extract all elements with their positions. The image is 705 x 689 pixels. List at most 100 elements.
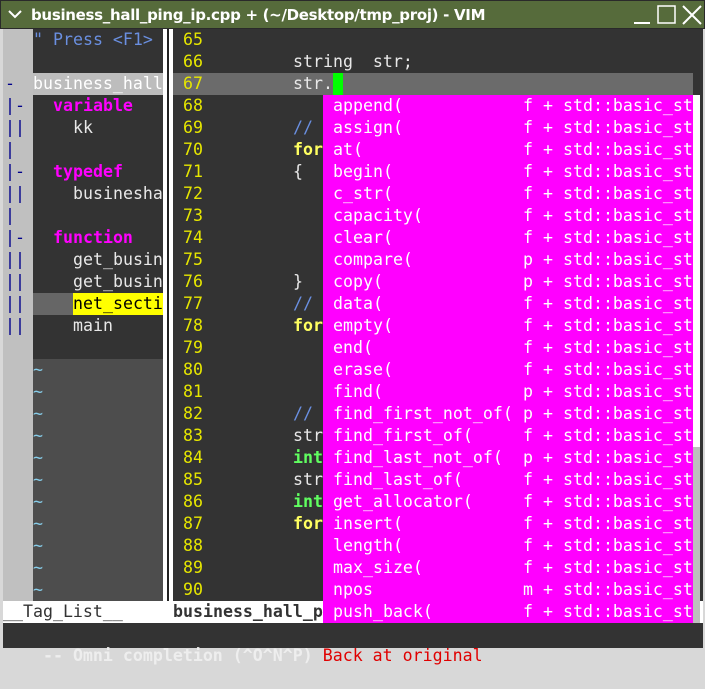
code-line[interactable]: str <box>293 425 323 447</box>
line-number: 83 <box>183 426 203 445</box>
line-number: 65 <box>183 30 203 49</box>
completion-item-kind: f <box>523 602 533 621</box>
completion-item-word[interactable]: find( <box>333 381 383 403</box>
code-line[interactable]: // <box>293 403 313 425</box>
taglist-item-selected[interactable]: net_secti <box>73 293 163 315</box>
code-line[interactable]: int <box>293 447 323 469</box>
fold-marker: | <box>5 206 15 225</box>
empty-line-tilde: ~ <box>33 469 163 491</box>
scrollbar-thumb[interactable] <box>693 95 700 447</box>
line-number: 80 <box>183 360 203 379</box>
completion-item-word[interactable]: at( <box>333 139 363 161</box>
line-number: 75 <box>183 250 203 269</box>
taglist-item[interactable]: main <box>33 315 113 337</box>
taglist-item[interactable]: get_busin <box>33 249 163 271</box>
completion-item-info: + std::basic_st <box>543 602 693 621</box>
code-line[interactable]: str. <box>293 73 333 95</box>
completion-item-word[interactable]: find_first_not_of( <box>333 403 513 425</box>
line-number: 86 <box>183 492 203 511</box>
completion-item-info: + std::basic_st <box>543 448 693 467</box>
completion-item-info: + std::basic_st <box>543 404 693 423</box>
completion-item-info: + std::basic_st <box>543 140 693 159</box>
empty-line-tilde: ~ <box>33 403 163 425</box>
code-line[interactable]: // <box>293 117 313 139</box>
completion-item-kind: f <box>523 118 533 137</box>
taglist-root[interactable]: business_hall <box>33 73 163 95</box>
completion-scrollbar[interactable] <box>693 95 700 623</box>
completion-item-kind: f <box>523 162 533 181</box>
completion-item-kind: f <box>523 206 533 225</box>
completion-item-kind: f <box>523 492 533 511</box>
window-separator[interactable] <box>163 29 173 601</box>
completion-item-word[interactable]: begin( <box>333 161 393 183</box>
taglist-item[interactable]: get_busin <box>33 271 163 293</box>
code-line[interactable]: for <box>293 513 323 535</box>
taglist-group[interactable]: variable <box>33 95 133 117</box>
completion-item-word[interactable]: append( <box>333 95 403 117</box>
completion-item-word[interactable]: find_first_of( <box>333 425 473 447</box>
completion-item-info: + std::basic_st <box>543 580 693 599</box>
line-number: 67 <box>183 74 203 93</box>
line-number: 79 <box>183 338 203 357</box>
completion-popup[interactable]: append(f + std::basic_st assign(f + std::ba… <box>323 95 693 623</box>
line-number: 78 <box>183 316 203 335</box>
completion-item-info: + std::basic_st <box>543 118 693 137</box>
maximize-icon[interactable] <box>656 4 678 26</box>
empty-line-tilde: ~ <box>33 513 163 535</box>
completion-item-info: + std::basic_st <box>543 272 693 291</box>
completion-item-word[interactable]: data( <box>333 293 383 315</box>
completion-item-kind: f <box>523 228 533 247</box>
fold-marker: || <box>5 272 25 291</box>
completion-item-info: + std::basic_st <box>543 536 693 555</box>
completion-item-info: + std::basic_st <box>543 514 693 533</box>
minimize-icon[interactable] <box>631 4 653 26</box>
fold-marker: | <box>5 140 15 159</box>
completion-item-word[interactable]: copy( <box>333 271 383 293</box>
code-line[interactable]: string str; <box>293 51 413 73</box>
window-title: business_hall_ping_ip.cpp + (~/Desktop/t… <box>31 6 486 24</box>
code-line[interactable]: { <box>293 161 303 183</box>
completion-item-word[interactable]: erase( <box>333 359 393 381</box>
completion-item-word[interactable]: find_last_of( <box>333 469 463 491</box>
taglist-group[interactable]: function <box>33 227 133 249</box>
completion-item-word[interactable]: max_size( <box>333 557 423 579</box>
completion-item-word[interactable]: npos <box>333 579 373 601</box>
code-line[interactable]: int <box>293 491 323 513</box>
completion-item-word[interactable]: clear( <box>333 227 393 249</box>
completion-item-word[interactable]: compare( <box>333 249 413 271</box>
close-icon[interactable] <box>681 4 703 26</box>
completion-item-kind: p <box>523 404 533 423</box>
completion-item-word[interactable]: find_last_not_of( <box>333 447 503 469</box>
completion-item-word[interactable]: push_back( <box>333 601 433 623</box>
completion-item-word[interactable]: insert( <box>333 513 403 535</box>
code-line[interactable]: str <box>293 469 323 491</box>
completion-item-info: + std::basic_st <box>543 426 693 445</box>
code-line[interactable]: for <box>293 315 323 337</box>
completion-item-kind: m <box>523 580 533 599</box>
completion-item-word[interactable]: empty( <box>333 315 393 337</box>
empty-line-tilde: ~ <box>33 535 163 557</box>
empty-line-tilde: ~ <box>33 359 163 381</box>
line-number: 85 <box>183 470 203 489</box>
completion-item-word[interactable]: end( <box>333 337 373 359</box>
empty-line-tilde: ~ <box>33 381 163 403</box>
taglist-item[interactable]: businesha <box>33 183 163 205</box>
fold-marker: || <box>5 184 25 203</box>
completion-item-info: + std::basic_st <box>543 492 693 511</box>
code-line[interactable]: // <box>293 293 313 315</box>
line-number: 68 <box>183 96 203 115</box>
taglist-group[interactable]: typedef <box>33 161 123 183</box>
code-line[interactable]: for <box>293 139 323 161</box>
completion-item-word[interactable]: capacity( <box>333 205 423 227</box>
vim-editor[interactable]: 65 66 string str; 67 str. 68 69 // 70 for 71 {72 73 7… <box>3 29 703 665</box>
completion-item-word[interactable]: c_str( <box>333 183 393 205</box>
completion-item-kind: f <box>523 338 533 357</box>
completion-message: Back at original <box>322 646 483 665</box>
completion-item-word[interactable]: get_allocator( <box>333 491 473 513</box>
code-line[interactable]: } <box>293 271 303 293</box>
taglist-item[interactable]: kk <box>33 117 93 139</box>
completion-item-word[interactable]: assign( <box>333 117 403 139</box>
line-number: 82 <box>183 404 203 423</box>
completion-item-word[interactable]: length( <box>333 535 403 557</box>
completion-item-kind: p <box>523 250 533 269</box>
